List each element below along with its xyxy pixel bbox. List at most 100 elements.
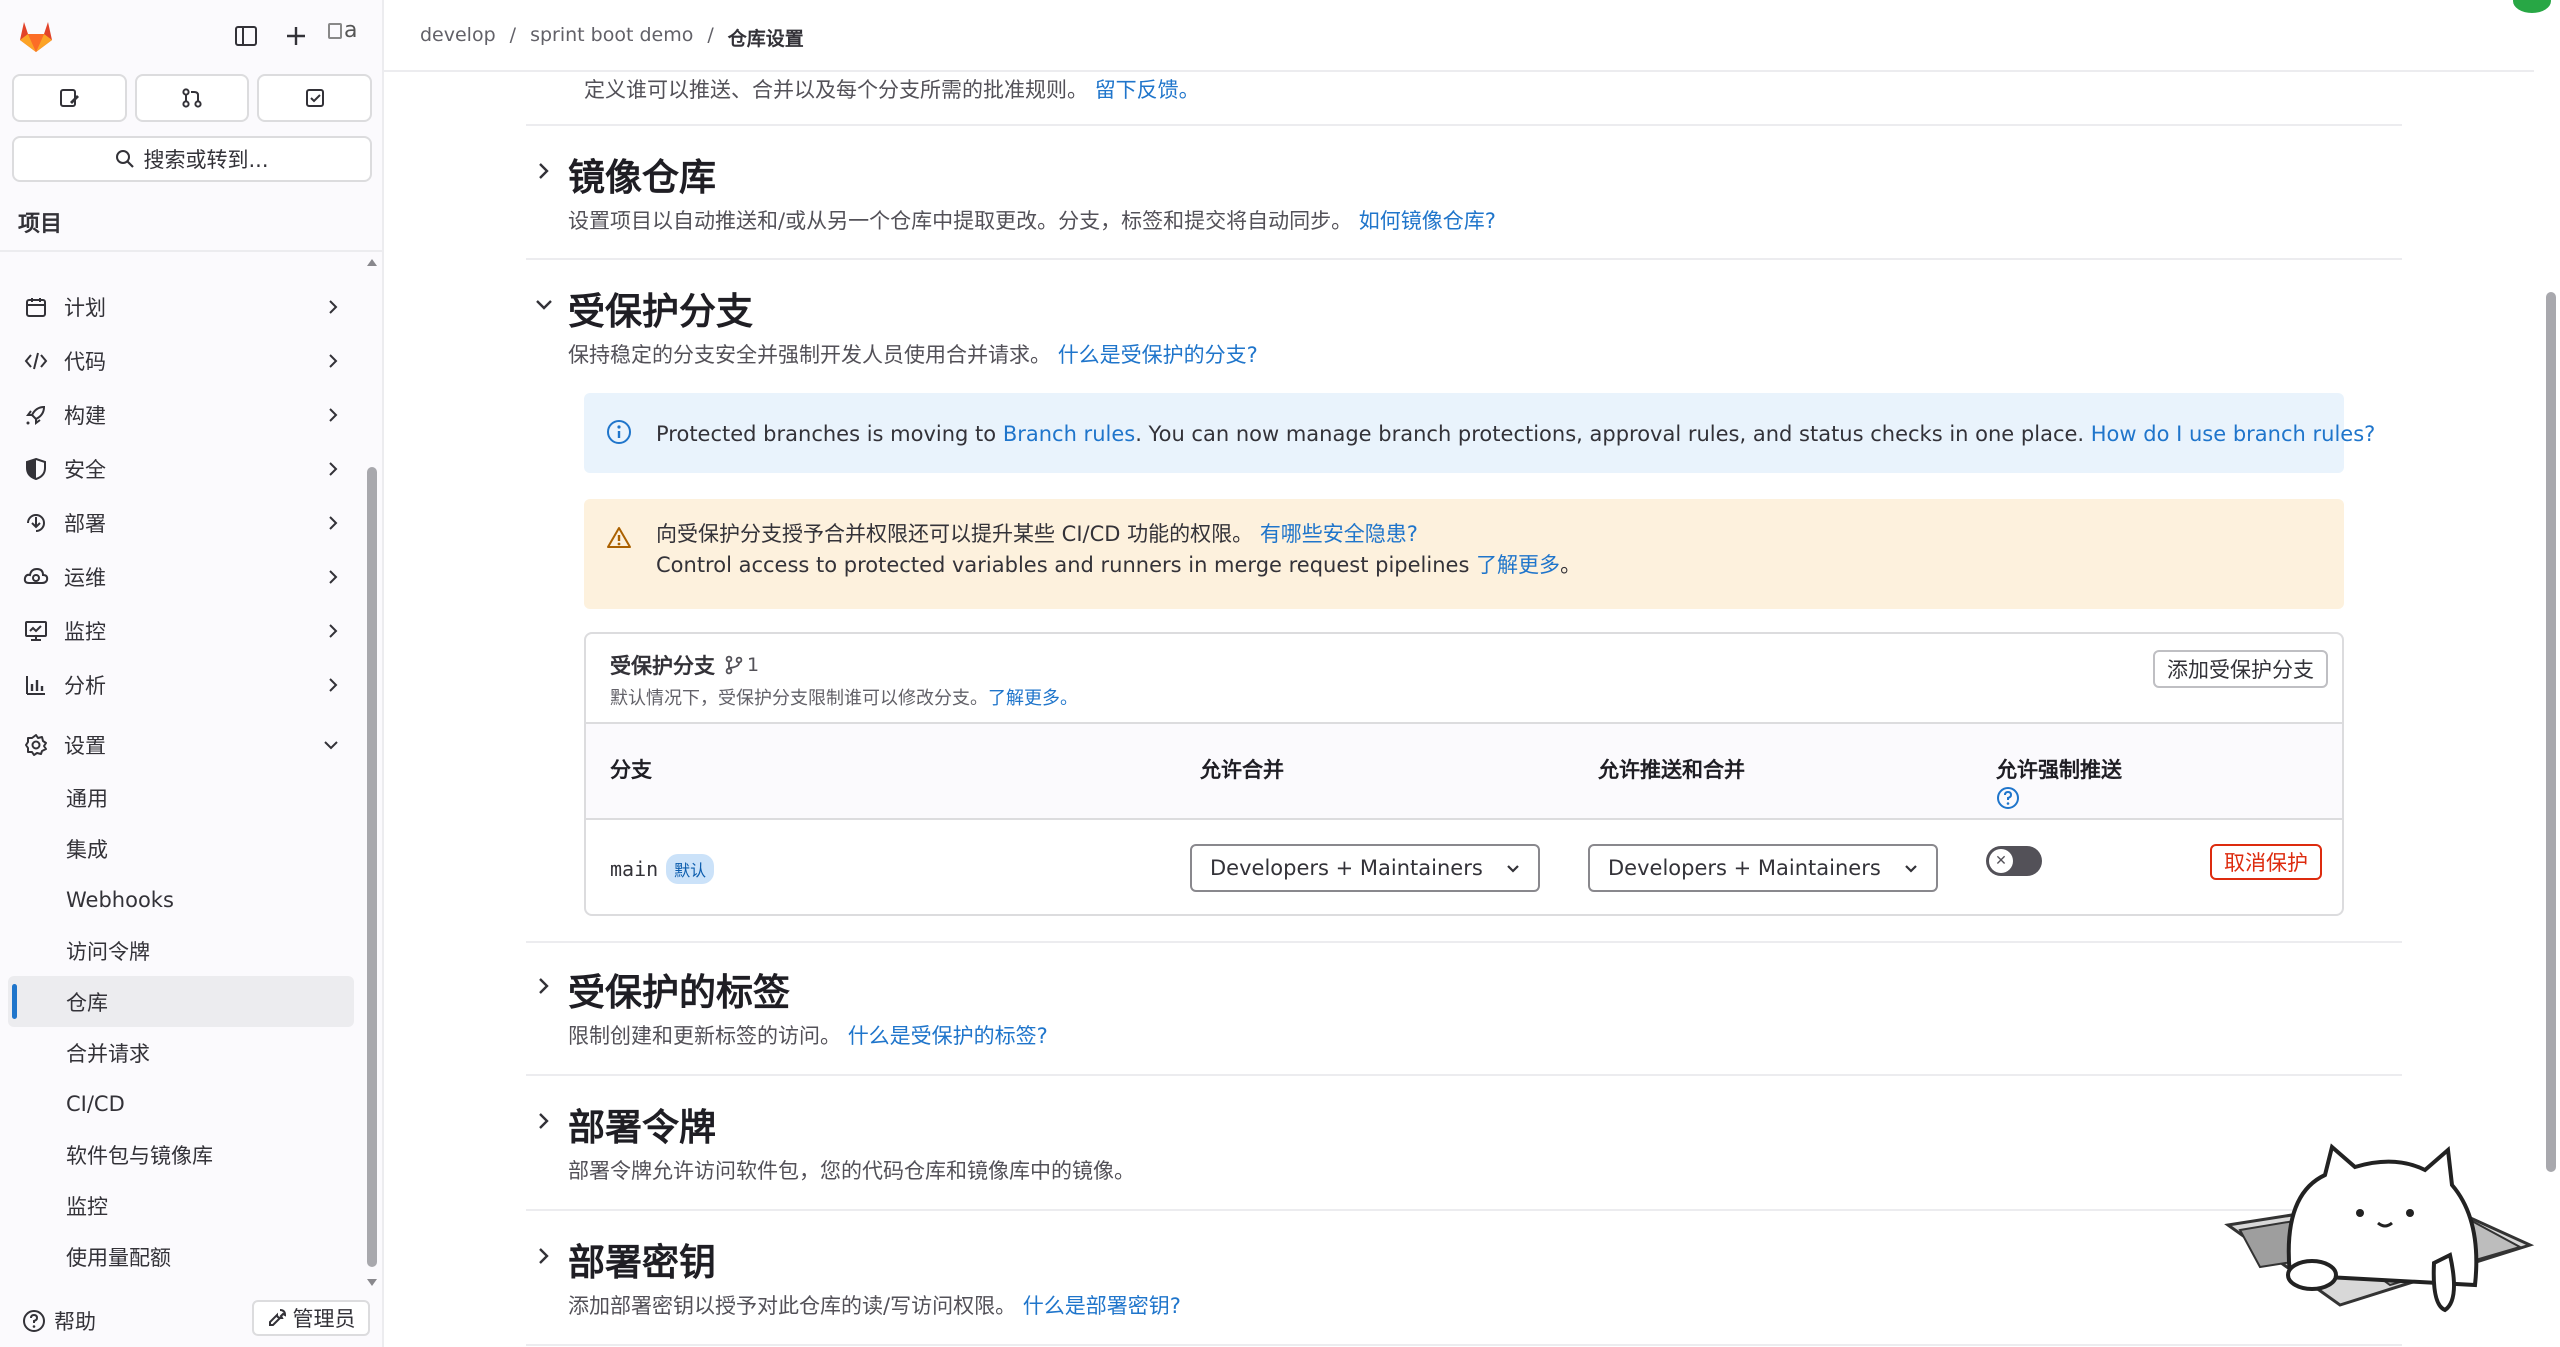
mirror-help-link[interactable]: 如何镜像仓库?: [1359, 209, 1496, 233]
question-icon[interactable]: [1996, 786, 2020, 810]
branch-rules-link[interactable]: Branch rules: [1003, 422, 1135, 446]
help-button[interactable]: 帮助: [22, 1306, 96, 1336]
sidebar-sub-usage-quotas[interactable]: 使用量配额: [8, 1231, 354, 1282]
add-protected-branch-button[interactable]: 添加受保护分支: [2153, 650, 2328, 688]
sidebar-scrollbar-thumb[interactable]: [367, 467, 377, 1267]
toggle-sidebar-button[interactable]: [228, 18, 264, 54]
expand-mirror-button[interactable]: [526, 153, 562, 189]
allowed-to-merge-select[interactable]: Developers + Maintainers: [1190, 844, 1540, 892]
admin-button[interactable]: 管理员: [252, 1300, 370, 1336]
section-divider: [526, 1074, 2402, 1076]
sidebar-item-code[interactable]: 代码: [8, 334, 354, 388]
section-title: 受保护的标签: [568, 971, 790, 1014]
chevron-right-icon: [329, 516, 338, 530]
user-avatar[interactable]: a: [328, 18, 368, 54]
table-header: 分支 允许合并 允许推送和合并 允许强制推送: [586, 724, 2342, 820]
warning-line-2: Control access to protected variables an…: [656, 550, 1581, 581]
sidebar-sub-cicd[interactable]: CI/CD: [8, 1078, 354, 1129]
deploy-keys-help-link[interactable]: 什么是部署密钥?: [1023, 1294, 1181, 1318]
collapse-protected-branches-button[interactable]: [526, 287, 562, 323]
branch-cell: main 默认: [610, 854, 715, 884]
card-learn-more-link[interactable]: 了解更多。: [988, 688, 1078, 709]
how-branch-rules-link[interactable]: How do I use branch rules?: [2091, 422, 2376, 446]
sidebar-item-settings[interactable]: 设置: [8, 718, 354, 772]
sidebar-item-analyze[interactable]: 分析: [8, 658, 354, 712]
sidebar-sub-label: 合并请求: [66, 1041, 150, 1066]
sidebar-sub-repository[interactable]: 仓库: [8, 976, 354, 1027]
chevron-right-icon: [329, 408, 338, 422]
security-risks-link[interactable]: 有哪些安全隐患?: [1260, 522, 1418, 546]
sidebar-sub-monitor[interactable]: 监控: [8, 1180, 354, 1231]
help-icon: [23, 1310, 45, 1332]
sidebar-item-build[interactable]: 构建: [8, 388, 354, 442]
merge-requests-button[interactable]: [134, 74, 250, 122]
sidebar-sub-integrations[interactable]: 集成: [8, 823, 354, 874]
feedback-link[interactable]: 留下反馈。: [1095, 78, 1200, 102]
sidebar-item-operate[interactable]: 运维: [8, 550, 354, 604]
section-desc-text: 设置项目以自动推送和/或从另一个仓库中提取更改。分支，标签和提交将自动同步。: [568, 209, 1353, 233]
breadcrumb-group[interactable]: develop: [420, 24, 496, 51]
expand-deploy-tokens-button[interactable]: [526, 1103, 562, 1139]
scroll-up-arrow-icon[interactable]: [364, 255, 380, 269]
sidebar-item-security[interactable]: 安全: [8, 442, 354, 496]
sidebar-sub-access-tokens[interactable]: 访问令牌: [8, 925, 354, 976]
sidebar-sub-webhooks[interactable]: Webhooks: [8, 874, 354, 925]
sidebar-item-deploy[interactable]: 部署: [8, 496, 354, 550]
section-description: 添加部署密钥以授予对此仓库的读/写访问权限。 什么是部署密钥?: [568, 1290, 1181, 1320]
gitlab-logo-icon[interactable]: [16, 16, 56, 56]
scroll-down-arrow-icon[interactable]: [364, 1276, 380, 1290]
search-button[interactable]: 搜索或转到...: [12, 136, 372, 182]
issues-button[interactable]: [12, 74, 127, 122]
sidebar-scrollbar[interactable]: [364, 255, 380, 1290]
unprotect-button[interactable]: 取消保护: [2210, 844, 2322, 880]
learn-more-link[interactable]: 了解更多: [1476, 553, 1560, 577]
sidebar-item-label: 运维: [64, 566, 106, 590]
main-content: 定义谁可以推送、合并以及每个分支所需的批准规则。 留下反馈。 镜像仓库 设置项目…: [384, 72, 2534, 1347]
sidebar-section-title: 项目: [18, 212, 63, 237]
warning-text-2: Control access to protected variables an…: [656, 553, 1477, 577]
warning-text-end: 。: [1560, 553, 1582, 577]
allowed-to-push-select[interactable]: Developers + Maintainers: [1588, 844, 1938, 892]
sidebar-item-monitor[interactable]: 监控: [8, 604, 354, 658]
monitor-icon: [22, 617, 50, 645]
section-desc-text: 保持稳定的分支安全并强制开发人员使用合并请求。: [568, 343, 1051, 367]
chart-icon: [22, 671, 50, 699]
quick-actions: [12, 74, 373, 122]
todo-button[interactable]: [257, 74, 373, 122]
section-desc-text: 添加部署密钥以授予对此仓库的读/写访问权限。: [568, 1294, 1017, 1318]
page-scrollbar-thumb[interactable]: [2546, 292, 2556, 1172]
sidebar-item-label: 监控: [64, 620, 106, 644]
section-divider: [526, 1209, 2402, 1211]
section-divider: [526, 1344, 2402, 1346]
warning-icon: [607, 527, 631, 548]
avatar-alt-text: a: [344, 18, 358, 43]
force-push-toggle[interactable]: ✕: [1986, 846, 2042, 876]
chevron-right-icon: [539, 163, 549, 179]
create-new-button[interactable]: [278, 18, 314, 54]
expand-deploy-keys-button[interactable]: [526, 1238, 562, 1274]
corner-avatar[interactable]: [2510, 0, 2554, 16]
broken-image-icon: [328, 23, 342, 39]
gear-icon: [22, 731, 50, 759]
sidebar-item-label: 代码: [64, 350, 106, 374]
section-description: 部署令牌允许访问软件包，您的代码仓库和镜像库中的镜像。: [568, 1159, 1135, 1183]
protected-tags-help-link[interactable]: 什么是受保护的标签?: [848, 1024, 1048, 1048]
sidebar-item-plan[interactable]: 计划: [8, 280, 354, 334]
sidebar-sub-label: 通用: [66, 786, 108, 811]
branch-name[interactable]: main: [610, 857, 658, 881]
search-icon: [116, 150, 135, 168]
page-scrollbar[interactable]: [2544, 72, 2558, 1347]
sidebar-sub-packages-registries[interactable]: 软件包与镜像库: [8, 1129, 354, 1180]
expand-protected-tags-button[interactable]: [526, 968, 562, 1004]
table-row: main 默认 Developers + Maintainers Develop…: [586, 820, 2342, 916]
branch-icon: [725, 655, 743, 675]
protected-branches-help-link[interactable]: 什么是受保护的分支?: [1058, 343, 1258, 367]
section-title: 部署令牌: [568, 1106, 716, 1149]
sidebar-sub-merge-requests[interactable]: 合并请求: [8, 1027, 354, 1078]
issues-icon: [60, 89, 80, 107]
sidebar-sub-general[interactable]: 通用: [8, 772, 354, 823]
sidebar-sub-label: 访问令牌: [66, 939, 150, 964]
breadcrumb-project[interactable]: sprint boot demo: [530, 24, 693, 51]
breadcrumb-current[interactable]: 仓库设置: [728, 24, 804, 51]
card-subtitle: 默认情况下，受保护分支限制谁可以修改分支。了解更多。: [610, 684, 1078, 710]
